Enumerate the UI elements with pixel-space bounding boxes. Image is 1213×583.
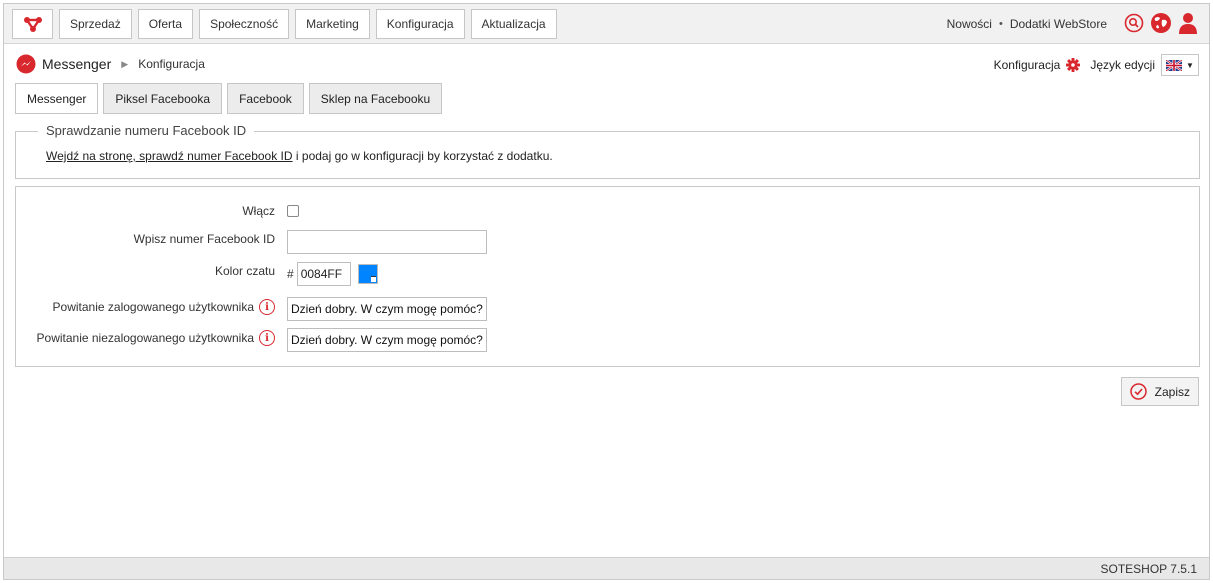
- facebook-id-fieldset: Sprawdzanie numeru Facebook ID Wejdź na …: [15, 123, 1200, 179]
- language-select[interactable]: ▼: [1161, 54, 1199, 76]
- gear-icon[interactable]: [1066, 58, 1081, 72]
- main-nav: Sprzedaż Oferta Społeczność Marketing Ko…: [59, 9, 557, 39]
- nav-marketing[interactable]: Marketing: [295, 9, 370, 39]
- nav-aktualizacja[interactable]: Aktualizacja: [470, 9, 557, 39]
- check-circle-icon: [1129, 383, 1147, 400]
- greeting-guest-label-wrap: Powitanie niezalogowanego użytkownika i: [37, 330, 275, 346]
- greeting-logged-label: Powitanie zalogowanego użytkownika: [52, 300, 254, 314]
- version-label: SOTESHOP 7.5.1: [1100, 562, 1198, 576]
- chat-color-input[interactable]: 0084FF: [296, 262, 351, 286]
- search-icon[interactable]: [1123, 12, 1145, 34]
- breadcrumb-app[interactable]: Messenger: [42, 56, 111, 72]
- uk-flag-icon: [1166, 59, 1183, 71]
- row-greeting-logged: Powitanie zalogowanego użytkownika i Dzi…: [16, 297, 1199, 321]
- greeting-guest-label: Powitanie niezalogowanego użytkownika: [36, 331, 254, 345]
- user-icon[interactable]: [1177, 12, 1199, 34]
- top-icons: [1123, 12, 1199, 34]
- facebook-id-label: Wpisz numer Facebook ID: [133, 232, 275, 246]
- row-facebook-id: Wpisz numer Facebook ID: [16, 230, 1199, 254]
- tab-piksel-facebooka[interactable]: Piksel Facebooka: [103, 83, 223, 114]
- nav-oferta[interactable]: Oferta: [137, 9, 194, 39]
- info-icon[interactable]: i: [259, 330, 275, 346]
- tab-messenger[interactable]: Messenger: [15, 83, 99, 114]
- nav-konfiguracja[interactable]: Konfiguracja: [375, 9, 465, 39]
- facebook-id-link[interactable]: Wejdź na stronę, sprawdź numer Facebook …: [46, 149, 293, 163]
- nav-sprzedaz[interactable]: Sprzedaż: [59, 9, 132, 39]
- app-window: Sprzedaż Oferta Społeczność Marketing Ko…: [3, 3, 1210, 580]
- greeting-logged-label-wrap: Powitanie zalogowanego użytkownika i: [53, 299, 275, 315]
- enable-checkbox[interactable]: [287, 205, 299, 217]
- footer: SOTESHOP 7.5.1: [4, 557, 1209, 579]
- save-label: Zapisz: [1154, 384, 1190, 399]
- chat-color-label: Kolor czatu: [214, 264, 275, 278]
- chat-color-control: # 0084FF: [287, 262, 378, 286]
- facebook-id-instructions: Wejdź na stronę, sprawdź numer Facebook …: [46, 149, 553, 163]
- page-tools: Konfiguracja Język edycji ▼: [994, 54, 1199, 76]
- tab-sklep-na-facebooku[interactable]: Sklep na Facebooku: [308, 83, 443, 114]
- color-hash: #: [287, 267, 294, 281]
- top-navigation-bar: Sprzedaż Oferta Społeczność Marketing Ko…: [4, 4, 1209, 44]
- color-picker-swatch[interactable]: [357, 264, 378, 284]
- tab-bar: Messenger Piksel Facebooka Facebook Skle…: [15, 83, 443, 114]
- share-logo-icon: [23, 17, 42, 32]
- row-greeting-guest: Powitanie niezalogowanego użytkownika i …: [16, 328, 1199, 352]
- save-button[interactable]: Zapisz: [1120, 377, 1199, 406]
- facebook-id-rest-text: i podaj go w konfiguracji by korzystać z…: [292, 149, 553, 163]
- link-nowosci[interactable]: Nowości: [947, 17, 992, 31]
- fieldset-legend: Sprawdzanie numeru Facebook ID: [38, 123, 255, 138]
- facebook-id-input[interactable]: [287, 230, 487, 254]
- messenger-icon: [16, 54, 36, 74]
- chevron-down-icon: ▼: [1186, 60, 1194, 70]
- home-logo-button[interactable]: [12, 9, 53, 39]
- breadcrumb: Messenger ▶ Konfiguracja: [16, 54, 205, 74]
- config-link[interactable]: Konfiguracja: [994, 58, 1061, 72]
- tab-facebook[interactable]: Facebook: [227, 83, 304, 114]
- breadcrumb-section: Konfiguracja: [138, 57, 205, 71]
- language-label: Język edycji: [1090, 58, 1155, 72]
- enable-label: Włącz: [242, 204, 275, 218]
- settings-form: Włącz Wpisz numer Facebook ID Kolor czat…: [15, 186, 1200, 367]
- nav-spolecznosc[interactable]: Społeczność: [199, 9, 290, 39]
- row-chat-color: Kolor czatu # 0084FF: [16, 262, 1199, 286]
- link-separator: •: [998, 18, 1003, 30]
- breadcrumb-arrow-icon: ▶: [121, 58, 129, 69]
- globe-icon[interactable]: [1150, 12, 1172, 34]
- greeting-logged-input[interactable]: Dzień dobry. W czym mogę pomóc?: [287, 297, 487, 321]
- info-icon[interactable]: i: [259, 299, 275, 315]
- link-dodatki-webstore[interactable]: Dodatki WebStore: [1010, 17, 1107, 31]
- top-links: Nowości • Dodatki WebStore: [947, 17, 1107, 31]
- row-enable: Włącz: [16, 203, 1199, 219]
- greeting-guest-input[interactable]: Dzień dobry. W czym mogę pomóc?: [287, 328, 487, 352]
